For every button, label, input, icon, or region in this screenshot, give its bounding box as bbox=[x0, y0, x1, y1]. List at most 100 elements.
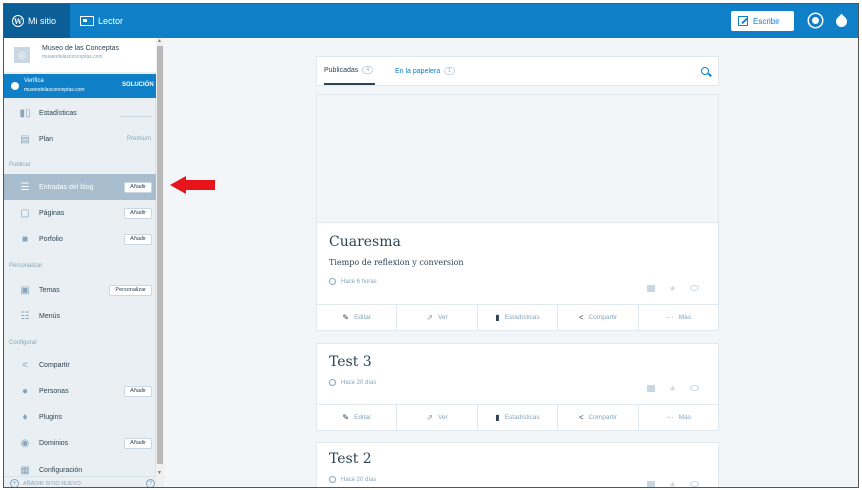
sidebar-item-share[interactable]: < Compartir bbox=[4, 352, 156, 378]
sidebar-scrollbar[interactable]: ▲ ▼ bbox=[156, 38, 164, 487]
menus-icon: ☷ bbox=[20, 310, 30, 322]
tab-published[interactable]: Publicadas 4 bbox=[324, 57, 376, 85]
edit-label: Editar bbox=[354, 414, 372, 421]
share-button[interactable]: < Compartir bbox=[558, 405, 639, 430]
write-button[interactable]: Escribir bbox=[731, 11, 794, 31]
scroll-thumb[interactable] bbox=[157, 46, 163, 464]
published-count: 4 bbox=[362, 66, 374, 74]
sidebar-item-portfolio[interactable]: ■ Porfolio Añadir bbox=[4, 226, 156, 252]
stats-button[interactable]: ▮ Estadísticas bbox=[478, 405, 559, 430]
view-button[interactable]: ⇗ Ver bbox=[397, 305, 478, 330]
share-button[interactable]: < Compartir bbox=[558, 305, 639, 330]
add-domain-button[interactable]: Añadir bbox=[124, 437, 152, 449]
posts-icon: ☰ bbox=[20, 181, 30, 193]
personalize-button[interactable]: Personalizar bbox=[109, 284, 152, 296]
themes-icon: ▣ bbox=[20, 284, 30, 296]
add-post-button[interactable]: Añadir bbox=[124, 181, 152, 193]
view-button[interactable]: ⇗ Ver bbox=[397, 405, 478, 430]
post-title[interactable]: Test 3 bbox=[329, 354, 372, 370]
plan-value: Premium bbox=[126, 136, 151, 142]
notifications-icon[interactable] bbox=[833, 13, 850, 30]
eye-icon[interactable] bbox=[690, 285, 700, 291]
my-site-label: Mi sitio bbox=[28, 16, 57, 26]
more-button[interactable]: ··· Más bbox=[639, 305, 718, 330]
post-time: Hace 20 días bbox=[329, 379, 376, 386]
sidebar-item-label: Menús bbox=[39, 312, 61, 320]
share-icon: < bbox=[578, 413, 584, 422]
arrow-shaft bbox=[184, 180, 215, 190]
more-label: Más bbox=[678, 414, 691, 421]
app-window: W Mi sitio Lector Escribir ◎ Museo de la… bbox=[3, 3, 859, 488]
pencil-icon: ✎ bbox=[342, 313, 350, 322]
sidebar-item-domains[interactable]: ◉ Dominios Añadir bbox=[4, 430, 156, 456]
eye-icon[interactable] bbox=[690, 481, 700, 487]
verify-notice[interactable]: Verifica museodelasconceptas.com SOLUCIÓ… bbox=[4, 74, 156, 98]
help-icon[interactable]: ? bbox=[146, 479, 155, 487]
bar-chart-icon: ▮ bbox=[495, 413, 500, 422]
avatar-icon[interactable] bbox=[809, 14, 822, 27]
section-heading-configure: Configurar bbox=[9, 340, 38, 346]
add-person-button[interactable]: Añadir bbox=[124, 385, 152, 397]
post-card: Test 3 Hace 20 días ★ ✎ Editar ⇗ Ver ▮ Esta… bbox=[316, 343, 719, 431]
clock-icon bbox=[329, 379, 336, 386]
external-link-icon: ⇗ bbox=[426, 413, 434, 422]
comment-icon[interactable] bbox=[647, 481, 655, 487]
add-page-button[interactable]: Añadir bbox=[124, 207, 152, 219]
sidebar-item-plugins[interactable]: ♦ Plugins bbox=[4, 404, 156, 430]
post-time-label: Hace 6 horas bbox=[341, 278, 377, 285]
eye-icon[interactable] bbox=[690, 385, 700, 391]
sidebar-item-themes[interactable]: ▣ Temas Personalizar bbox=[4, 277, 156, 303]
star-icon[interactable]: ★ bbox=[669, 385, 676, 393]
star-icon[interactable]: ★ bbox=[669, 285, 676, 293]
stats-button[interactable]: ▮ Estadísticas bbox=[478, 305, 559, 330]
settings-icon: ▦ bbox=[20, 464, 30, 476]
reader-button[interactable]: Lector bbox=[74, 4, 123, 38]
edit-button[interactable]: ✎ Editar bbox=[317, 405, 398, 430]
sidebar-item-menus[interactable]: ☷ Menús bbox=[4, 303, 156, 329]
current-site-card[interactable]: ◎ Museo de las Conceptas museodelasconce… bbox=[4, 38, 156, 72]
plan-icon: ▤ bbox=[20, 133, 30, 145]
post-time-label: Hace 20 días bbox=[341, 476, 377, 483]
more-button[interactable]: ··· Más bbox=[639, 405, 718, 430]
sidebar-item-label: Compartir bbox=[39, 361, 70, 369]
write-label: Escribir bbox=[753, 16, 780, 26]
sidebar-item-label: Temas bbox=[39, 286, 60, 294]
post-title[interactable]: Cuaresma bbox=[329, 234, 401, 250]
verify-fix-button[interactable]: SOLUCIÓN bbox=[122, 82, 154, 88]
edit-button[interactable]: ✎ Editar bbox=[317, 305, 398, 330]
folder-icon: ■ bbox=[21, 233, 29, 245]
trash-count: 1 bbox=[444, 67, 455, 75]
featured-image-placeholder[interactable] bbox=[317, 95, 718, 223]
post-time-label: Hace 20 días bbox=[341, 379, 377, 386]
add-portfolio-button[interactable]: Añadir bbox=[124, 233, 152, 245]
post-meta-icons: ★ bbox=[647, 385, 700, 393]
sidebar: ◎ Museo de las Conceptas museodelasconce… bbox=[4, 38, 156, 487]
sidebar-item-label: Páginas bbox=[39, 209, 65, 217]
info-icon bbox=[11, 82, 19, 90]
add-new-site-link[interactable]: AÑADIR SITIO NUEVO bbox=[23, 481, 81, 487]
sidebar-item-pages[interactable]: ▢ Páginas Añadir bbox=[4, 200, 156, 226]
sidebar-item-stats[interactable]: ▮▯ Estadísticas bbox=[4, 100, 156, 126]
sidebar-item-plan[interactable]: ▤ Plan Premium bbox=[4, 126, 156, 152]
my-site-button[interactable]: W Mi sitio bbox=[4, 4, 70, 38]
site-globe-icon: ◎ bbox=[14, 47, 30, 63]
sidebar-item-people[interactable]: ● Personas Añadir bbox=[4, 378, 156, 404]
comment-icon[interactable] bbox=[647, 385, 655, 392]
comment-icon[interactable] bbox=[647, 285, 655, 292]
star-icon[interactable]: ★ bbox=[669, 481, 676, 488]
edit-label: Editar bbox=[354, 314, 372, 321]
site-name: Museo de las Conceptas bbox=[42, 45, 120, 52]
scroll-up-icon[interactable]: ▲ bbox=[157, 38, 162, 44]
scroll-down-icon[interactable]: ▼ bbox=[157, 470, 162, 476]
post-time: Hace 6 horas bbox=[329, 278, 377, 285]
external-link-icon: ⇗ bbox=[426, 313, 434, 322]
sidebar-item-blog-posts[interactable]: ☰ Entradas del blog Añadir bbox=[4, 174, 156, 200]
ellipsis-icon: ··· bbox=[665, 313, 674, 322]
tab-trash[interactable]: En la papelera 1 bbox=[395, 57, 455, 85]
search-icon[interactable] bbox=[701, 67, 709, 75]
share-icon: < bbox=[578, 313, 584, 322]
post-actions: ✎ Editar ⇗ Ver ▮ Estadísticas < Compartir ··… bbox=[317, 404, 718, 430]
plus-circle-icon[interactable]: + bbox=[10, 479, 19, 487]
post-title[interactable]: Test 2 bbox=[329, 451, 372, 467]
stats-label: Estadísticas bbox=[504, 414, 540, 421]
